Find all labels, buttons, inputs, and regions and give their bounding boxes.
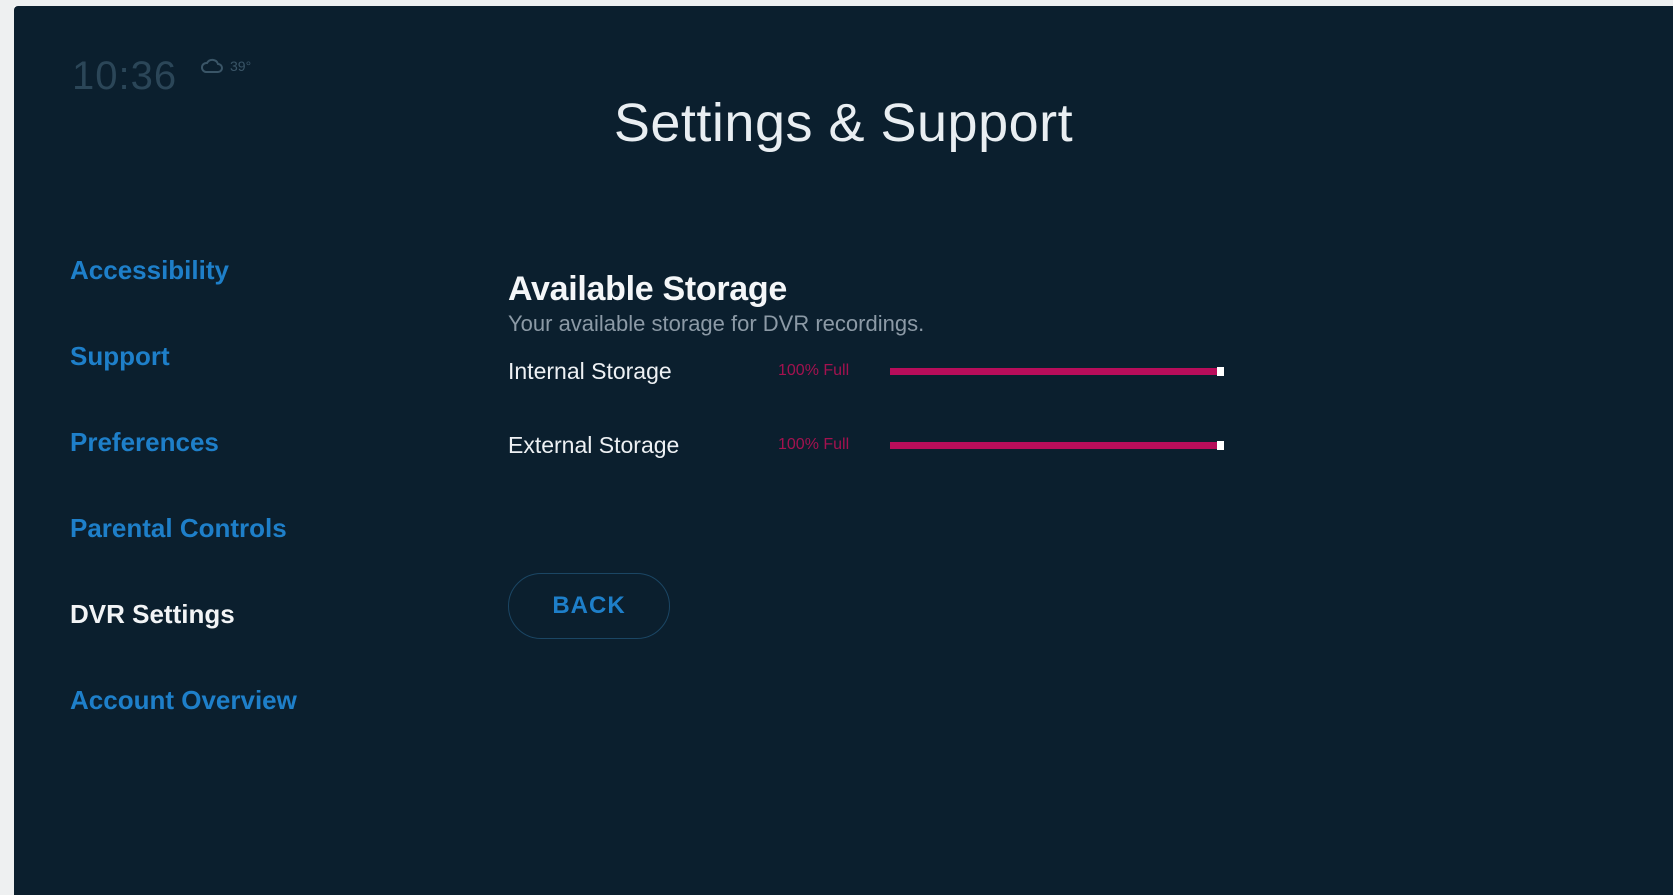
sidebar-item-label: Parental Controls [70,513,287,543]
storage-percent: 100% Full [778,362,850,379]
back-button[interactable]: BACK [508,573,670,639]
storage-bar [890,440,1224,450]
available-storage-panel: Available Storage Your available storage… [508,269,1224,639]
sidebar-item-label: Preferences [70,427,219,457]
storage-bar [890,366,1224,376]
internal-storage-row: Internal Storage 100% Full [508,356,1224,386]
section-title: Available Storage [508,270,787,308]
sidebar-item-dvr-settings[interactable]: DVR Settings [70,598,297,684]
sidebar-item-preferences[interactable]: Preferences [70,426,297,512]
sidebar-item-label: Accessibility [70,255,229,285]
sidebar-item-label: Account Overview [70,685,297,715]
sidebar-item-account-overview[interactable]: Account Overview [70,684,297,770]
sidebar-item-accessibility[interactable]: Accessibility [70,254,297,340]
storage-percent: 100% Full [778,436,850,453]
sidebar-item-support[interactable]: Support [70,340,297,426]
settings-screen: 10:36 39° Settings & Support Accessibili… [14,6,1673,895]
window-left-edge [0,0,14,895]
weather-widget: 39° [200,58,251,74]
sidebar-item-parental-controls[interactable]: Parental Controls [70,512,297,598]
storage-bar-fill [890,441,1220,449]
settings-sidebar: Accessibility Support Preferences Parent… [70,254,297,770]
section-description: Your available storage for DVR recording… [508,311,925,336]
storage-bar-end-marker [1217,440,1224,450]
storage-bar-end-marker [1217,366,1224,376]
temperature: 39° [230,58,252,74]
storage-bar-fill [890,367,1220,375]
storage-label: External Storage [508,431,680,458]
sidebar-item-label: DVR Settings [70,599,235,629]
sidebar-item-label: Support [70,341,170,371]
page-title: Settings & Support [613,93,1074,153]
cloud-icon [200,58,224,74]
external-storage-row: External Storage 100% Full [508,430,1224,460]
storage-label: Internal Storage [508,357,672,384]
